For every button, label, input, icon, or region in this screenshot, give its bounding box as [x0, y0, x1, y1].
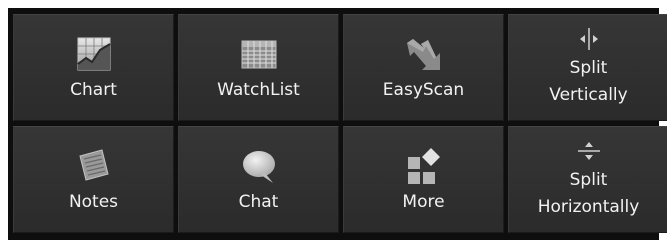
watchlist-button[interactable]: WatchList [178, 14, 339, 121]
chat-label: Chat [238, 191, 279, 212]
launcher-panel: Chart WatchList EasyScan Split Verticall… [8, 8, 667, 240]
chart-icon [76, 37, 111, 70]
split-horizontally-label-line1: Split [569, 169, 608, 190]
split-horizontally-button[interactable]: Split Horizontally [508, 126, 667, 233]
more-label: More [402, 191, 445, 212]
split-vertically-button[interactable]: Split Vertically [508, 14, 667, 121]
split-horizontal-icon [577, 141, 600, 160]
split-vertical-icon [579, 27, 598, 50]
more-button[interactable]: More [343, 126, 504, 233]
chart-label: Chart [70, 79, 117, 100]
chat-button[interactable]: Chat [178, 126, 339, 233]
split-vertically-label-line1: Split [569, 57, 608, 78]
split-horizontally-label-line2: Horizontally [537, 196, 640, 217]
launcher-grid: Chart WatchList EasyScan Split Verticall… [13, 14, 667, 233]
more-squares-icon [407, 147, 440, 184]
split-vertically-label-line2: Vertically [549, 84, 628, 105]
chat-bubble-icon [242, 150, 275, 183]
chart-button[interactable]: Chart [13, 14, 174, 121]
easyscan-button[interactable]: EasyScan [343, 14, 504, 121]
notes-button[interactable]: Notes [13, 126, 174, 233]
notes-label: Notes [68, 191, 119, 212]
easyscan-arrow-icon [406, 38, 440, 70]
easyscan-label: EasyScan [382, 79, 465, 100]
notes-icon [78, 148, 109, 181]
watchlist-grid-icon [241, 40, 276, 68]
watchlist-label: WatchList [217, 79, 300, 100]
